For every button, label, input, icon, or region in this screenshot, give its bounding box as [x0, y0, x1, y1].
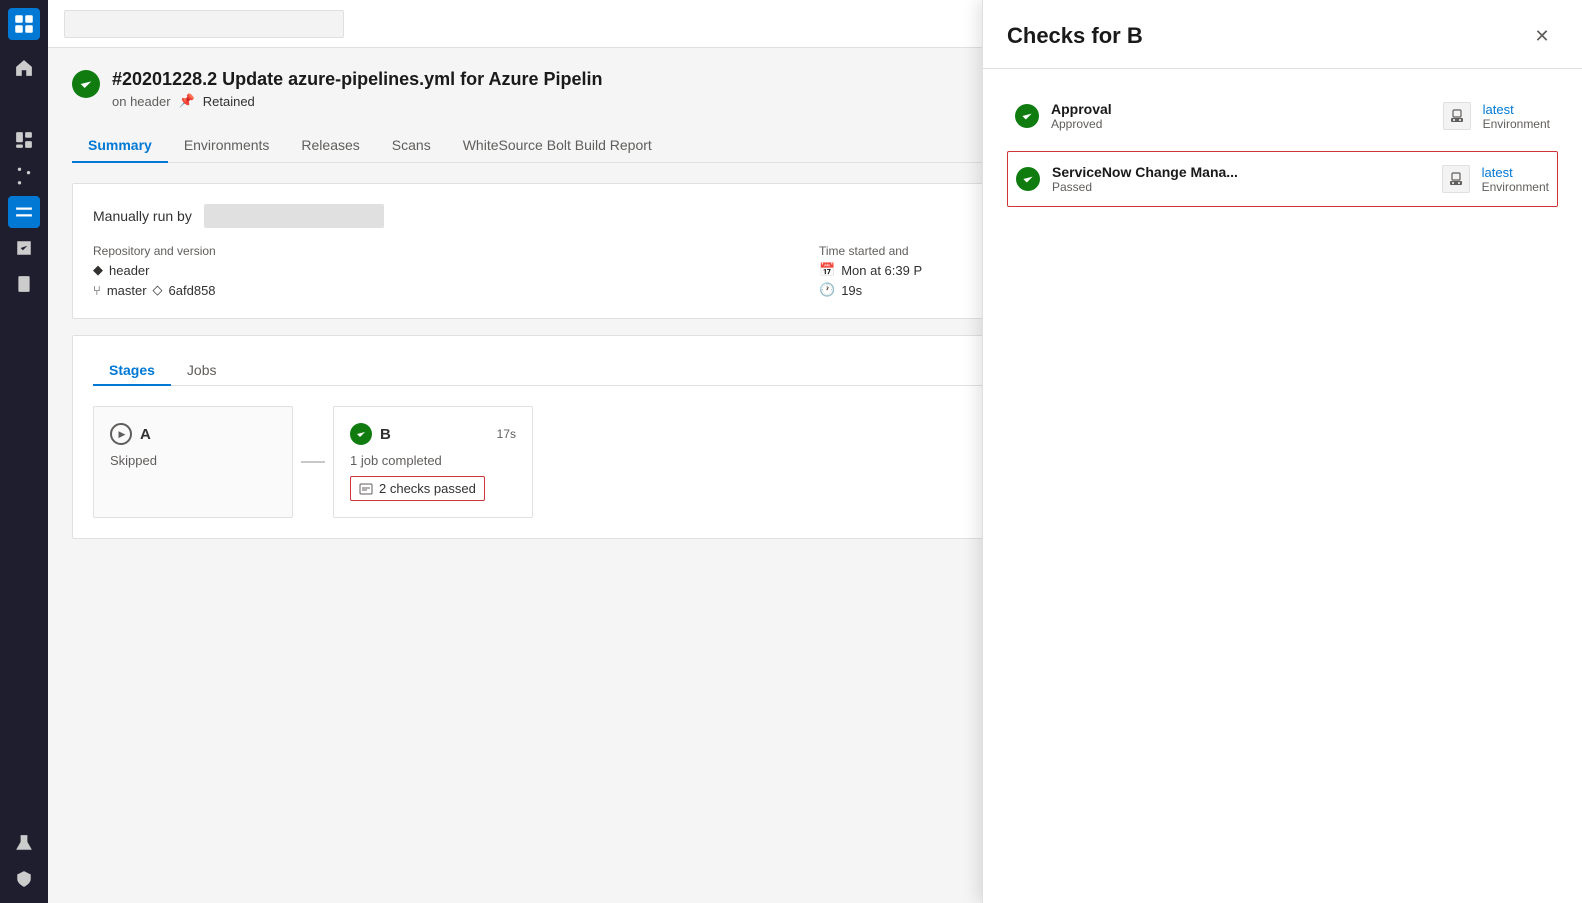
env-link-servicenow[interactable]: latest: [1482, 165, 1549, 180]
check-row-approval: Approval Approved latest: [1007, 89, 1558, 143]
manually-run-label: Manually run by: [93, 208, 192, 224]
check-row-servicenow: ServiceNow Change Mana... Passed: [1007, 151, 1558, 207]
sidebar: [0, 0, 48, 903]
sidebar-item-pipelines[interactable]: [8, 196, 40, 228]
tab-summary[interactable]: Summary: [72, 129, 168, 163]
tab-releases[interactable]: Releases: [285, 129, 375, 163]
servicenow-check-icon: [1016, 167, 1040, 191]
overlay-header: Checks for B ✕: [983, 0, 1582, 69]
branch-commit-row: ⑂ master ◇ 6afd858: [93, 282, 811, 298]
env-icon-servicenow: [1442, 165, 1470, 193]
close-button[interactable]: ✕: [1526, 20, 1558, 52]
checks-passed-badge[interactable]: 2 checks passed: [350, 476, 485, 501]
checks-passed-label: 2 checks passed: [379, 481, 476, 496]
sidebar-item-boards[interactable]: [8, 124, 40, 156]
pipeline-header-text: #20201228.2 Update azure-pipelines.yml f…: [112, 68, 603, 109]
commit-hash[interactable]: 6afd858: [169, 283, 216, 298]
stage-a-header: A: [110, 423, 276, 445]
approval-status: Approved: [1051, 117, 1112, 131]
check-right-servicenow: latest Environment: [1442, 165, 1549, 194]
check-right-approval: latest Environment: [1443, 102, 1550, 131]
env-icon-approval: [1443, 102, 1471, 130]
env-label-approval: Environment: [1483, 117, 1550, 131]
approval-check-icon: [1015, 104, 1039, 128]
env-info-approval: latest Environment: [1483, 102, 1550, 131]
repo-icon: ◆: [93, 262, 103, 278]
stage-b-name: B: [380, 426, 391, 443]
repo-section: Repository and version ◆ header ⑂ master…: [93, 244, 811, 298]
user-avatar-placeholder: [204, 204, 384, 228]
stage-b-box[interactable]: B 17s 1 job completed 2 checks passed: [333, 406, 533, 518]
sidebar-item-shield[interactable]: [8, 863, 40, 895]
repo-name-row: ◆ header: [93, 262, 811, 278]
repo-name[interactable]: header: [109, 263, 149, 278]
tab-scans[interactable]: Scans: [376, 129, 447, 163]
env-link-approval[interactable]: latest: [1483, 102, 1550, 117]
clock-icon: 🕐: [819, 282, 835, 298]
pipeline-subtitle: on header 📌 Retained: [112, 93, 603, 109]
sidebar-item-home[interactable]: [8, 52, 40, 84]
check-left-approval: Approval Approved: [1015, 101, 1112, 131]
stage-b-header: B 17s: [350, 423, 516, 445]
stage-a-name: A: [140, 426, 151, 443]
approval-info: Approval Approved: [1051, 101, 1112, 131]
stage-b-time: 17s: [497, 427, 516, 441]
app-icon[interactable]: [8, 8, 40, 40]
pipeline-title: #20201228.2 Update azure-pipelines.yml f…: [112, 68, 603, 91]
env-info-servicenow: latest Environment: [1482, 165, 1549, 194]
sidebar-item-flask[interactable]: [8, 827, 40, 859]
branch-name: master: [107, 283, 147, 298]
tab-stages[interactable]: Stages: [93, 356, 171, 386]
search-box[interactable]: [64, 10, 344, 38]
sidebar-item-testplans[interactable]: [8, 232, 40, 264]
stage-a-box[interactable]: A Skipped: [93, 406, 293, 518]
tab-environments[interactable]: Environments: [168, 129, 286, 163]
stage-b-status: 1 job completed: [350, 453, 516, 468]
servicenow-info: ServiceNow Change Mana... Passed: [1052, 164, 1238, 194]
tab-whitesource[interactable]: WhiteSource Bolt Build Report: [447, 129, 668, 163]
main-content: #20201228.2 Update azure-pipelines.yml f…: [48, 0, 1582, 903]
check-left-servicenow: ServiceNow Change Mana... Passed: [1016, 164, 1238, 194]
pipeline-status-icon: [72, 70, 100, 98]
tab-jobs[interactable]: Jobs: [171, 356, 233, 386]
calendar-icon: 📅: [819, 262, 835, 278]
subtitle-on-header: on header: [112, 94, 171, 109]
env-label-servicenow: Environment: [1482, 180, 1549, 194]
servicenow-status: Passed: [1052, 180, 1238, 194]
connector-line: [301, 461, 325, 463]
checks-overlay: Checks for B ✕ Approval Approved: [982, 0, 1582, 903]
stage-a-status: Skipped: [110, 453, 276, 468]
skip-icon: [110, 423, 132, 445]
duration: 19s: [841, 283, 862, 298]
success-icon: [350, 423, 372, 445]
sidebar-item-artifacts[interactable]: [8, 268, 40, 300]
stage-connector: [293, 406, 333, 518]
servicenow-name: ServiceNow Change Mana...: [1052, 164, 1238, 180]
overlay-title: Checks for B: [1007, 23, 1143, 49]
retained-label: Retained: [203, 94, 255, 109]
sidebar-item-create[interactable]: [8, 88, 40, 120]
branch-icon: ⑂: [93, 283, 101, 298]
pin-icon: 📌: [179, 93, 195, 109]
repo-label: Repository and version: [93, 244, 811, 258]
approval-name: Approval: [1051, 101, 1112, 117]
overlay-content: Approval Approved latest: [983, 69, 1582, 903]
sidebar-item-repos[interactable]: [8, 160, 40, 192]
time-started: Mon at 6:39 P: [841, 263, 922, 278]
diamond-sep: ◇: [153, 282, 163, 298]
